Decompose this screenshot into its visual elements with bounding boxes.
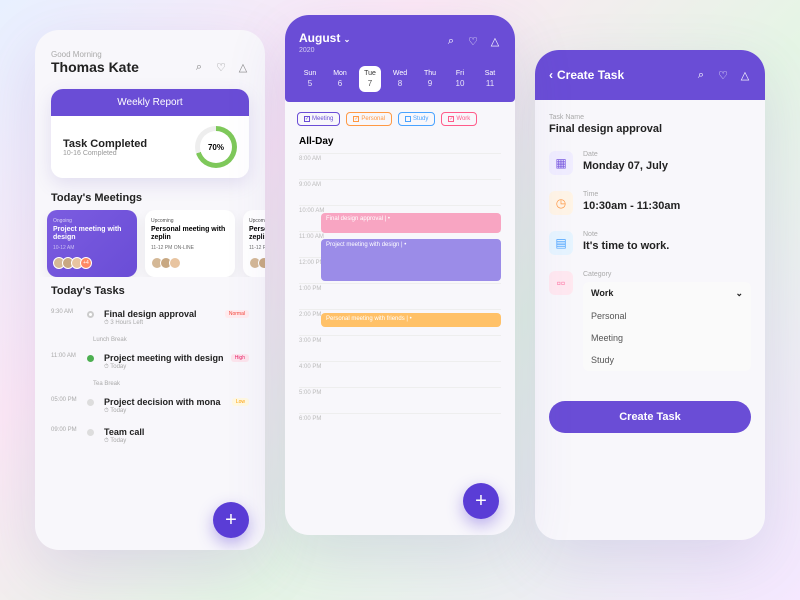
weekly-report-card[interactable]: Weekly Report Task Completed 10-16 Compl…	[51, 89, 249, 178]
task-item[interactable]: 9:30 AMFinal design approvalNormal⏱ 3 Ho…	[51, 303, 249, 333]
tasks-list: 9:30 AMFinal design approvalNormal⏱ 3 Ho…	[35, 303, 265, 451]
tasks-section-title: Today's Tasks	[35, 277, 265, 303]
add-task-fab[interactable]: +	[213, 502, 249, 538]
category-filters: Meeting Personal Study Work	[285, 102, 515, 136]
category-label: Category	[583, 271, 751, 278]
report-title: Task Completed	[63, 138, 147, 150]
task-name-input[interactable]: Final design approval	[549, 123, 751, 135]
calendar-event[interactable]: Personal meeting with friends | •	[321, 313, 501, 327]
bulb-icon[interactable]: ♡	[467, 36, 479, 48]
category-selected: Work⌄	[583, 282, 751, 305]
search-icon[interactable]: ⌕	[193, 61, 205, 73]
meeting-card[interactable]: OngoingProject meeting with design10-12 …	[47, 210, 137, 277]
month-label[interactable]: August ⌄	[299, 31, 350, 45]
bulb-icon[interactable]: ♡	[717, 69, 729, 81]
clock-icon: ◷	[549, 191, 573, 215]
time-row: 8:00 AM	[299, 153, 501, 179]
bell-icon[interactable]: △	[489, 36, 501, 48]
user-name: Thomas Kate	[51, 59, 139, 75]
date-input[interactable]: Monday 07, July	[583, 160, 751, 172]
day-cell[interactable]: Thu9	[419, 66, 441, 92]
timeline: 8:00 AM9:00 AM10:00 AM11:00 AM12:00 PM1:…	[285, 153, 515, 439]
day-cell[interactable]: Sat11	[479, 66, 501, 92]
filter-chip[interactable]: Personal	[346, 112, 392, 126]
report-header: Weekly Report	[51, 89, 249, 116]
time-row: 4:00 PM	[299, 361, 501, 387]
time-label: Time	[583, 191, 751, 198]
time-row: 1:00 PM	[299, 283, 501, 309]
time-row: 9:00 AM	[299, 179, 501, 205]
break-label: Tea Break	[51, 377, 249, 391]
create-task-button[interactable]: Create Task	[549, 401, 751, 433]
time-row: 5:00 PM	[299, 387, 501, 413]
bell-icon[interactable]: △	[739, 69, 751, 81]
task-item[interactable]: 05:00 PMProject decision with monaLow⏱ T…	[51, 391, 249, 421]
day-cell[interactable]: Fri10	[449, 66, 471, 92]
meeting-card[interactable]: UpcomingPersonal meeting with zeplin11-1…	[145, 210, 235, 277]
screen-title[interactable]: ‹Create Task	[549, 68, 624, 82]
report-sub: 10-16 Completed	[63, 150, 147, 157]
greeting-text: Good Morning	[51, 50, 249, 59]
search-icon[interactable]: ⌕	[445, 36, 457, 48]
year-label: 2020	[299, 47, 350, 54]
day-cell[interactable]: Mon6	[329, 66, 351, 92]
category-dropdown[interactable]: Work⌄ PersonalMeetingStudy	[583, 282, 751, 371]
calendar-event[interactable]: Final design approval | •	[321, 213, 501, 233]
note-input[interactable]: It's time to work.	[583, 240, 751, 252]
chevron-down-icon: ⌄	[735, 288, 743, 299]
calendar-icon: ▦	[549, 151, 573, 175]
meeting-card[interactable]: UpcomingPersonal meeting with zeplin11-1…	[243, 210, 265, 277]
category-option[interactable]: Meeting	[583, 327, 751, 349]
progress-ring: 70%	[195, 126, 237, 168]
time-input[interactable]: 10:30am - 11:30am	[583, 200, 751, 212]
day-cell[interactable]: Sun5	[299, 66, 321, 92]
task-item[interactable]: 11:00 AMProject meeting with designHigh⏱…	[51, 347, 249, 377]
note-label: Note	[583, 231, 751, 238]
search-icon[interactable]: ⌕	[695, 69, 707, 81]
back-icon: ‹	[549, 68, 553, 82]
filter-chip[interactable]: Study	[398, 112, 435, 126]
allday-label: All-Day	[285, 136, 515, 153]
bulb-icon[interactable]: ♡	[215, 61, 227, 73]
day-cell[interactable]: Tue7	[359, 66, 381, 92]
add-event-fab[interactable]: +	[463, 483, 499, 519]
time-row: 3:00 PM	[299, 335, 501, 361]
calendar-event[interactable]: Project meeting with design | •	[321, 239, 501, 281]
calendar-screen: August ⌄ 2020 ⌕ ♡ △ Sun5 Mon6 Tue7 Wed8 Thu9…	[285, 15, 515, 535]
category-option[interactable]: Personal	[583, 305, 751, 327]
meetings-section-title: Today's Meetings	[35, 184, 265, 210]
task-item[interactable]: 09:00 PMTeam call⏱ Today	[51, 421, 249, 451]
time-row: 6:00 PM	[299, 413, 501, 439]
category-icon: ▫▫	[549, 271, 573, 295]
break-label: Lunch Break	[51, 333, 249, 347]
create-task-screen: ‹Create Task ⌕ ♡ △ Task Name Final desig…	[535, 50, 765, 540]
category-option[interactable]: Study	[583, 349, 751, 371]
day-cell[interactable]: Wed8	[389, 66, 411, 92]
home-screen: Good Morning Thomas Kate ⌕ ♡ △ Weekly Re…	[35, 30, 265, 550]
note-icon: ▤	[549, 231, 573, 255]
week-row: Sun5 Mon6 Tue7 Wed8 Thu9 Fri10 Sat11	[299, 66, 501, 92]
meetings-list: OngoingProject meeting with design10-12 …	[35, 210, 265, 277]
filter-chip[interactable]: Work	[441, 112, 477, 126]
task-name-label: Task Name	[549, 114, 751, 121]
date-label: Date	[583, 151, 751, 158]
filter-chip[interactable]: Meeting	[297, 112, 340, 126]
bell-icon[interactable]: △	[237, 61, 249, 73]
